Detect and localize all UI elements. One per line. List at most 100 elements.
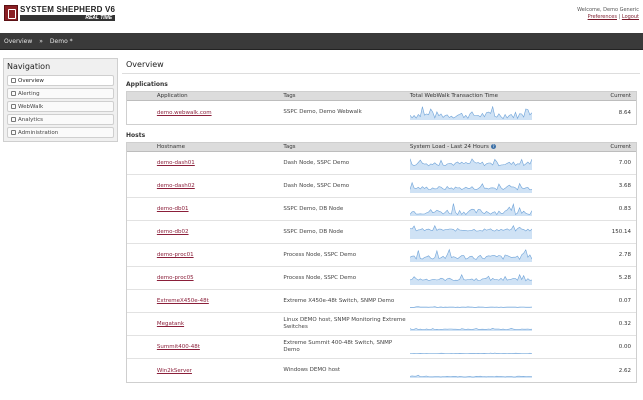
nav-item-webwalk[interactable]: WebWalk: [7, 101, 114, 112]
sparkline-area: [409, 274, 532, 285]
nav-item-alerting[interactable]: Alerting: [7, 88, 114, 99]
host-link[interactable]: demo-dash01: [157, 160, 195, 166]
sparkline-line: [409, 374, 532, 377]
sparkline: [409, 105, 532, 120]
row-current: 3.68: [618, 183, 631, 189]
row-tags: Dash Node, SSPC Demo: [283, 159, 350, 166]
logo-title: SYSTEM SHEPHERD V6: [20, 5, 116, 14]
sparkline: [409, 181, 532, 193]
row-current: 2.62: [618, 367, 631, 374]
row-tags: SSPC Demo, DB Node: [283, 228, 344, 235]
column-tags[interactable]: Tags: [283, 93, 410, 99]
nav-item-analytics[interactable]: Analytics: [7, 114, 114, 125]
applications-title: Applications: [126, 81, 168, 88]
main-content: Overview Applications Application Tags T…: [122, 58, 640, 400]
column-current[interactable]: Current: [537, 144, 636, 150]
alert-icon: [11, 91, 16, 96]
row-tags: Windows DEMO host: [283, 367, 341, 373]
row-current: 0.07: [618, 298, 631, 304]
shield-icon: [4, 5, 18, 21]
table-row: Megatank Linux DEMO host, SNMP Monitorin…: [127, 313, 636, 336]
host-link[interactable]: demo-dash02: [157, 183, 195, 189]
row-tags: Extreme X450e-48t Switch, SNMP Demo: [283, 297, 395, 304]
hosts-title: Hosts: [126, 132, 146, 139]
logout-link[interactable]: Logout: [622, 14, 639, 20]
hosts-header: Hostname Tags System Load - Last 24 Hour…: [127, 143, 636, 152]
page-title: Overview: [122, 58, 640, 74]
column-transaction-time[interactable]: Total WebWalk Transaction Time: [410, 93, 538, 99]
applications-header: Application Tags Total WebWalk Transacti…: [127, 92, 636, 101]
table-row: demo-proc05 Process Node, SSPC Demo 5.28: [127, 267, 636, 290]
link-separator: |: [618, 14, 621, 20]
sparkline: [409, 327, 532, 331]
host-link[interactable]: demo-proc01: [157, 252, 194, 258]
table-row: demo-dash01 Dash Node, SSPC Demo 7.00: [127, 152, 636, 175]
sparkline: [409, 248, 532, 262]
column-application[interactable]: Application: [157, 93, 284, 99]
host-link[interactable]: Megatank: [157, 321, 184, 327]
sparkline-line: [409, 352, 532, 354]
chart-icon: [11, 117, 16, 122]
row-tags: Process Node, SSPC Demo: [283, 274, 357, 281]
welcome-text: Welcome, Demo Generic: [577, 7, 639, 13]
home-icon: [11, 78, 16, 83]
breadcrumb: Overview » Demo *: [0, 33, 643, 50]
row-current: 7.00: [618, 160, 631, 166]
breadcrumb-separator: »: [39, 37, 43, 45]
host-link[interactable]: demo-db01: [157, 206, 189, 212]
table-row: demo-db02 SSPC Demo, DB Node 150.14: [127, 221, 636, 244]
nav-item-administration[interactable]: Administration: [7, 127, 114, 138]
sparkline: [409, 158, 532, 170]
sparkline: [409, 203, 532, 216]
application-link[interactable]: demo.webwalk.com: [157, 110, 212, 116]
table-row: demo.webwalk.com SSPC Demo, Demo Webwalk…: [127, 101, 636, 124]
breadcrumb-current[interactable]: Demo *: [50, 38, 73, 45]
logo-subtitle: REAL TIME: [20, 15, 116, 21]
edit-icon: [11, 130, 16, 135]
row-current: 8.64: [618, 109, 631, 116]
app-logo[interactable]: SYSTEM SHEPHERD V6 REAL TIME: [4, 4, 116, 22]
row-current: 150.14: [611, 229, 631, 235]
column-tags[interactable]: Tags: [283, 144, 410, 150]
preferences-link[interactable]: Preferences: [588, 14, 617, 20]
table-row: Summit400-48t Extreme Summit 400-48t Swi…: [127, 336, 636, 359]
sparkline: [409, 273, 532, 285]
host-link[interactable]: demo-proc05: [157, 275, 194, 281]
host-link[interactable]: ExtremeX450e-48t: [157, 298, 209, 304]
table-row: Win2kServer Windows DEMO host 2.62: [127, 359, 636, 382]
sparkline-area: [409, 106, 532, 120]
nav-item-label: Administration: [18, 129, 59, 136]
sparkline-line: [409, 306, 532, 308]
row-current: 0.32: [618, 321, 631, 327]
column-system-load[interactable]: System Load - Last 24 Hours?: [410, 144, 538, 150]
row-tags: Extreme Summit 400-48t Switch, SNMP Demo: [283, 340, 393, 353]
sparkline: [409, 225, 532, 239]
sparkline: [409, 352, 532, 354]
row-current: 0.00: [618, 344, 631, 350]
sparkline: [409, 306, 532, 308]
nav-item-label: WebWalk: [18, 103, 44, 110]
sparkline-area: [409, 225, 532, 239]
walk-icon: [11, 104, 16, 109]
host-link[interactable]: Summit400-48t: [157, 344, 200, 350]
nav-item-label: Analytics: [18, 116, 43, 123]
table-row: demo-db01 SSPC Demo, DB Node 0.83: [127, 198, 636, 221]
user-area: Welcome, Demo Generic Preferences | Logo…: [577, 7, 639, 21]
nav-item-overview[interactable]: Overview: [7, 75, 114, 86]
row-current: 0.83: [618, 206, 631, 212]
column-hostname[interactable]: Hostname: [157, 144, 284, 150]
sparkline: [409, 374, 532, 378]
navigation-title: Navigation: [7, 62, 51, 71]
row-tags: Linux DEMO host, SNMP Monitoring Extreme…: [283, 317, 406, 330]
table-row: ExtremeX450e-48t Extreme X450e-48t Switc…: [127, 290, 636, 313]
host-link[interactable]: Win2kServer: [157, 368, 192, 374]
column-current[interactable]: Current: [537, 93, 636, 99]
row-current: 5.28: [618, 275, 631, 281]
breadcrumb-overview[interactable]: Overview: [4, 38, 32, 45]
row-current: 2.78: [618, 252, 631, 258]
hosts-table: Hostname Tags System Load - Last 24 Hour…: [126, 142, 637, 383]
host-link[interactable]: demo-db02: [157, 229, 189, 235]
row-tags: SSPC Demo, Demo Webwalk: [283, 109, 362, 115]
help-icon[interactable]: ?: [490, 144, 496, 149]
table-row: demo-proc01 Process Node, SSPC Demo 2.78: [127, 244, 636, 267]
